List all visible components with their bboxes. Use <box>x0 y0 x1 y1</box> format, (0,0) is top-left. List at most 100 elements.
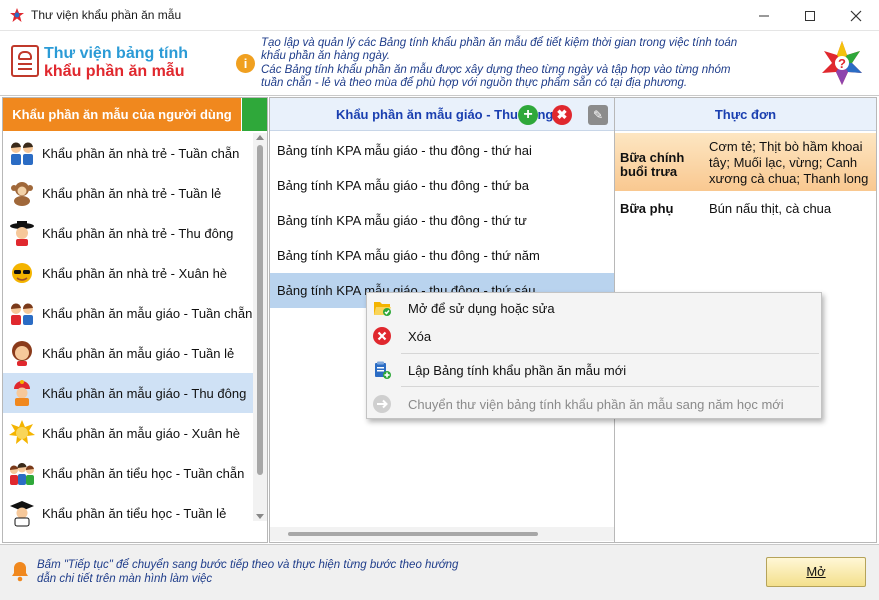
svg-text:?: ? <box>838 56 846 71</box>
list-item-label: Khẩu phần ăn nhà trẻ - Thu đông <box>42 225 234 241</box>
main-meal-name-line1: Bữa chính <box>620 150 685 165</box>
list-item[interactable]: Khẩu phần ăn mẫu giáo - Tuần lẻ <box>3 333 253 373</box>
list-item-label: Khẩu phần ăn mẫu giáo - Tuần lẻ <box>42 345 235 361</box>
menu-separator <box>401 386 819 387</box>
three-kids-icon <box>7 458 37 488</box>
sun-glasses-icon <box>7 258 37 288</box>
close-icon <box>850 10 862 21</box>
list-item[interactable]: Khẩu phần ăn mẫu giáo - Thu đông <box>3 373 253 413</box>
student-icon <box>7 498 37 528</box>
header: Thư viện bảng tính khẩu phần ăn mẫu i Tạ… <box>0 31 879 96</box>
list-item[interactable]: Khẩu phần ăn mẫu giáo - Tuần chẵn <box>3 293 253 333</box>
minimize-icon <box>759 15 769 16</box>
menu-item-new-sheet[interactable]: Lập Bảng tính khẩu phần ăn mẫu mới <box>367 358 821 382</box>
help-star-icon[interactable]: ? <box>820 39 864 87</box>
list-item-label: Khẩu phần ăn mẫu giáo - Thu đông <box>42 385 247 401</box>
hint-line: dẫn chi tiết trên màn hình làm việc <box>37 572 213 585</box>
scroll-up-icon[interactable] <box>256 135 264 140</box>
brand-title-line2: khẩu phần ăn mẫu <box>44 63 185 80</box>
list-item[interactable]: Khẩu phần ăn nhà trẻ - Thu đông <box>3 213 253 253</box>
templates-header: Khẩu phần ăn mẫu giáo - Thu đông + ✖ ✎ <box>270 98 614 131</box>
description-line: khẩu phần ăn hàng ngày. <box>261 50 390 63</box>
side-meal-row: Bữa phụ Bún nấu thịt, cà chua <box>615 201 876 221</box>
side-meal-food: Bún nấu thịt, cà chua <box>709 201 832 216</box>
template-item[interactable]: Bảng tính KPA mẫu giáo - thu đông - thứ … <box>270 168 614 203</box>
maximize-icon <box>805 10 815 21</box>
description-line: Tạo lập và quản lý các Bảng tính khẩu ph… <box>261 37 738 49</box>
list-item-label: Khẩu phần ăn tiểu học - Tuần lẻ <box>42 505 227 521</box>
edit-pencil-icon[interactable]: ✎ <box>588 105 608 125</box>
menu-header: Thực đơn <box>615 98 876 131</box>
menu-item-move-library[interactable]: Chuyển thư viện bảng tính khẩu phần ăn m… <box>367 392 821 416</box>
arrow-right-icon <box>371 393 393 415</box>
app-logo-icon <box>10 8 24 22</box>
window-title: Thư viện khẩu phần ăn mẫu <box>31 8 182 22</box>
title-bar: Thư viện khẩu phần ăn mẫu <box>0 0 879 31</box>
brand-title: Thư viện bảng tính khẩu phần ăn mẫu <box>44 45 188 81</box>
list-item[interactable]: Khẩu phần ăn nhà trẻ - Xuân hè <box>3 253 253 293</box>
kid-hat-icon <box>7 218 37 248</box>
context-menu: Mở để sử dụng hoặc sửa Xóa Lập Bảng tính… <box>366 292 822 419</box>
minimize-button[interactable] <box>741 0 787 31</box>
description-line: tuần chẵn - lẻ và theo mùa để phù hợp vớ… <box>261 77 688 90</box>
new-document-icon <box>371 359 393 381</box>
two-kids-icon <box>7 138 37 168</box>
menu-separator <box>401 353 819 354</box>
footer: Bấm "Tiếp tục" để chuyển sang bước tiếp … <box>0 544 879 600</box>
chef-hat-logo-icon <box>11 45 39 77</box>
add-icon[interactable]: + <box>518 105 538 125</box>
template-item[interactable]: Bảng tính KPA mẫu giáo - thu đông - thứ … <box>270 133 614 168</box>
list-item[interactable]: Khẩu phần ăn mẫu giáo - Xuân hè <box>3 413 253 453</box>
open-button-label: Mở <box>806 564 826 579</box>
delete-icon[interactable]: ✖ <box>552 105 572 125</box>
horizontal-scrollbar[interactable] <box>270 527 614 541</box>
monkey-icon <box>7 178 37 208</box>
list-item-label: Khẩu phần ăn mẫu giáo - Tuần chẵn <box>42 305 253 321</box>
menu-item-open-edit[interactable]: Mở để sử dụng hoặc sửa <box>367 296 821 320</box>
close-button[interactable] <box>833 0 879 31</box>
scroll-down-icon[interactable] <box>256 514 264 519</box>
user-templates-panel: Khẩu phần ăn mẫu của người dùng Khẩu phầ… <box>2 97 268 543</box>
template-item[interactable]: Bảng tính KPA mẫu giáo - thu đông - thứ … <box>270 203 614 238</box>
list-item-label: Khẩu phần ăn mẫu giáo - Xuân hè <box>42 425 241 441</box>
template-list: Bảng tính KPA mẫu giáo - thu đông - thứ … <box>270 133 614 308</box>
side-meal-name: Bữa phụ <box>620 201 674 216</box>
menu-item-label: Chuyển thư viện bảng tính khẩu phần ăn m… <box>408 396 784 412</box>
kid-winter-icon <box>7 378 37 408</box>
maximize-button[interactable] <box>787 0 833 31</box>
scroll-thumb[interactable] <box>288 532 538 536</box>
user-templates-header: Khẩu phần ăn mẫu của người dùng <box>3 98 241 131</box>
main-meal-name-line2: buổi trưa <box>620 164 678 179</box>
menu-item-label: Lập Bảng tính khẩu phần ăn mẫu mới <box>408 362 627 378</box>
list-item[interactable]: Khẩu phần ăn tiểu học - Tuần chẵn <box>3 453 253 493</box>
scroll-thumb[interactable] <box>257 145 263 475</box>
main-meal-row: Bữa chính buổi trưa Cơm tẻ; Thịt bò hầm … <box>615 133 876 191</box>
folder-open-icon <box>371 297 393 319</box>
list-item[interactable]: Khẩu phần ăn tiểu học - Tuần lẻ <box>3 493 253 533</box>
delete-icon <box>371 325 393 347</box>
list-item-label: Khẩu phần ăn nhà trẻ - Xuân hè <box>42 265 228 281</box>
main-meal-name: Bữa chính buổi trưa <box>615 139 709 191</box>
list-item-label: Khẩu phần ăn tiểu học - Tuần chẵn <box>42 465 245 481</box>
list-item[interactable]: Khẩu phần ăn nhà trẻ - Tuần chẵn <box>3 133 253 173</box>
menu-item-delete[interactable]: Xóa <box>367 324 821 348</box>
main-meal-food: Cơm tẻ; Thịt bò hầm khoai tây; Muối lạc,… <box>709 139 869 186</box>
hint-line: Bấm "Tiếp tục" để chuyển sang bước tiếp … <box>37 559 459 571</box>
vertical-scrollbar[interactable] <box>253 133 267 521</box>
info-icon: i <box>236 54 255 73</box>
template-item[interactable]: Bảng tính KPA mẫu giáo - thu đông - thứ … <box>270 238 614 273</box>
brand-title-line1: Thư viện bảng tính <box>44 45 189 62</box>
open-button[interactable]: Mở <box>766 557 866 587</box>
list-item-label: Khẩu phần ăn nhà trẻ - Tuần chẵn <box>42 145 240 161</box>
list-item-label: Khẩu phần ăn nhà trẻ - Tuần lẻ <box>42 185 222 201</box>
list-item[interactable]: Khẩu phần ăn nhà trẻ - Tuần lẻ <box>3 173 253 213</box>
sun-icon <box>7 418 37 448</box>
panel-accent <box>241 98 267 131</box>
bell-icon <box>12 562 28 582</box>
girl-icon <box>7 338 37 368</box>
description-line: Các Bảng tính khẩu phần ăn mẫu được xây … <box>261 63 731 76</box>
two-kids-icon <box>7 298 37 328</box>
menu-item-label: Mở để sử dụng hoặc sửa <box>408 300 555 316</box>
menu-item-label: Xóa <box>408 328 432 344</box>
header-description: Tạo lập và quản lý các Bảng tính khẩu ph… <box>261 37 781 91</box>
